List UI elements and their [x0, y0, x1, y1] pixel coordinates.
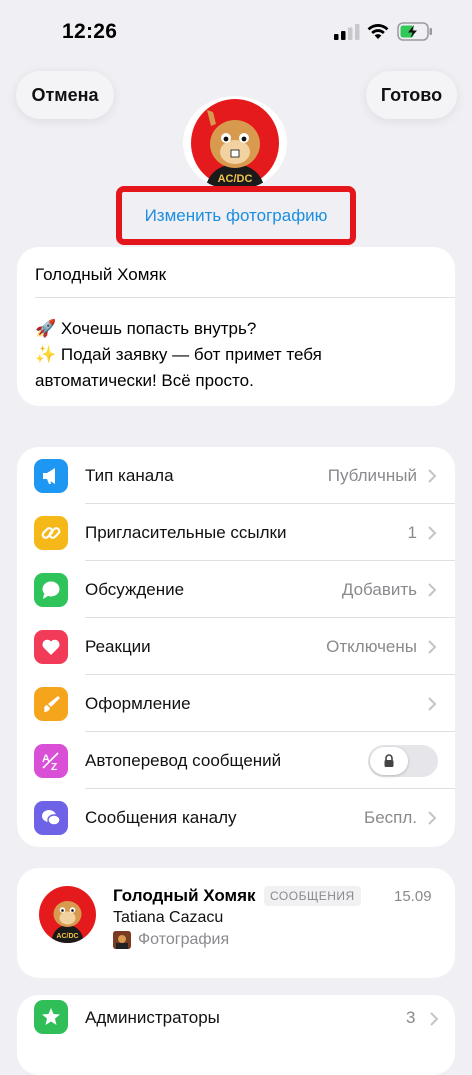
administrators-count: 3	[406, 1008, 416, 1027]
message-channel-title: Голодный Хомяк	[113, 886, 256, 905]
row-label: Оформление	[85, 693, 191, 713]
row-label: Пригласительные ссылки	[85, 522, 287, 542]
chat-bubble-icon	[34, 572, 68, 607]
row-label: Реакции	[85, 636, 151, 656]
cancel-button[interactable]: Отмена	[16, 71, 114, 119]
chevron-right-icon	[428, 810, 437, 825]
chat-bubbles-icon	[34, 800, 68, 835]
link-icon	[34, 515, 68, 550]
row-value: Публичный	[327, 465, 417, 485]
row-value: 1	[407, 522, 417, 542]
row-label: Автоперевод сообщений	[85, 750, 282, 770]
admin-star-icon	[34, 1000, 68, 1034]
svg-text:AC/DC: AC/DC	[218, 173, 253, 185]
status-time: 12:26	[62, 20, 118, 43]
message-author: Tatiana Cazacu	[113, 909, 224, 926]
settings-row-invite-links[interactable]: Пригласительные ссылки 1	[17, 504, 455, 561]
signal-icon	[334, 24, 360, 40]
chevron-right-icon	[430, 1012, 439, 1026]
settings-row-reactions[interactable]: Реакции Отключены	[17, 618, 455, 675]
battery-charging-icon	[397, 22, 432, 41]
chevron-right-icon	[428, 582, 437, 597]
row-value: Добавить	[341, 579, 417, 599]
change-photo-link[interactable]: Изменить фотографию	[145, 206, 328, 226]
message-avatar: AC/DC	[39, 886, 96, 943]
brush-icon	[34, 686, 68, 721]
settings-row-appearance[interactable]: Оформление	[17, 675, 455, 732]
row-value: Отключены	[326, 636, 417, 656]
row-label: Тип канала	[85, 465, 174, 485]
administrators-label: Администраторы	[85, 1008, 220, 1027]
settings-row-channel-type[interactable]: Тип канала Публичный	[17, 447, 455, 504]
administrators-card[interactable]	[17, 995, 455, 1075]
message-date: 15.09	[394, 888, 432, 905]
done-button[interactable]: Готово	[366, 71, 457, 119]
channel-name-field[interactable]: Голодный Хомяк	[35, 265, 166, 285]
heart-icon	[34, 629, 68, 664]
chevron-right-icon	[428, 639, 437, 654]
megaphone-icon	[34, 458, 68, 493]
hamster-avatar-image: AC/DC	[51, 901, 84, 943]
chevron-right-icon	[428, 525, 437, 540]
chevron-right-icon	[428, 696, 437, 711]
toggle-knob	[370, 746, 408, 775]
svg-text:Z: Z	[51, 762, 57, 773]
wifi-icon	[367, 24, 389, 39]
photo-thumbnail-icon	[113, 931, 131, 949]
channel-avatar[interactable]: AC/DC	[183, 96, 287, 190]
lock-icon	[384, 753, 394, 767]
divider	[35, 297, 455, 298]
hamster-avatar-image: AC/DC	[191, 99, 279, 190]
message-badge: СООБЩЕНИЯ	[264, 886, 361, 906]
translate-icon: AZ	[34, 743, 68, 778]
chevron-right-icon	[428, 468, 437, 483]
message-preview-text: Фотография	[138, 931, 230, 948]
row-label: Сообщения каналу	[85, 807, 237, 827]
channel-description-field[interactable]: 🚀 Хочешь попасть внутрь? ✨ Подай заявку …	[35, 316, 435, 394]
settings-row-channel-messages[interactable]: Сообщения каналу Беспл.	[17, 789, 455, 846]
row-label: Обсуждение	[85, 579, 185, 599]
settings-row-discussion[interactable]: Обсуждение Добавить	[17, 561, 455, 618]
svg-text:AC/DC: AC/DC	[56, 933, 78, 940]
settings-row-auto-translate[interactable]: AZ Автоперевод сообщений	[17, 732, 455, 789]
row-value: Беспл.	[364, 807, 417, 827]
change-photo-highlight: Изменить фотографию	[116, 186, 356, 245]
auto-translate-toggle[interactable]	[368, 744, 438, 777]
